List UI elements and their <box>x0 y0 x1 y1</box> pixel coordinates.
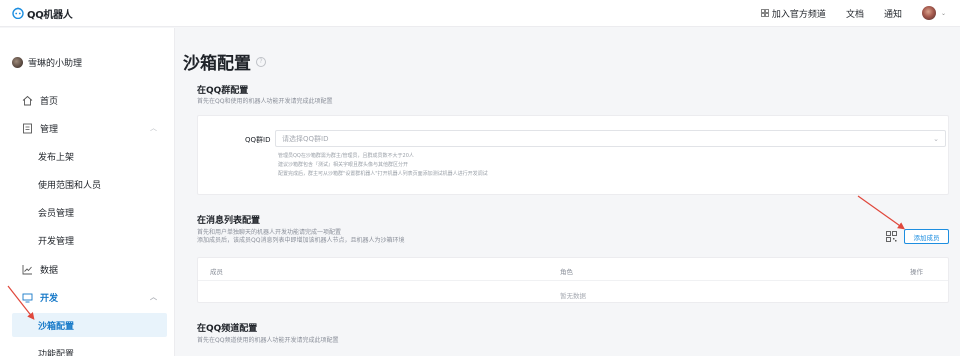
message-section-desc: 添加成员后，该成员QQ消息列表中即增加该机器人节点，且机器人为沙箱环境 <box>197 237 405 244</box>
sidebar-item-label: 发布上架 <box>38 152 75 163</box>
channel-section-desc: 首先在QQ频道使用的机器人功能开发请完成此项配置 <box>197 337 339 344</box>
bot-name: 雪琳的小助理 <box>28 59 83 69</box>
sidebar-item-label: 开发 <box>40 293 59 304</box>
empty-state: 暂无数据 <box>560 292 586 300</box>
monitor-icon <box>21 291 33 303</box>
column-header-member: 成员 <box>210 268 223 276</box>
sidebar-item-label: 开发管理 <box>38 236 75 247</box>
hint-text: 配置完成后，群主可从沙箱群"设置群机器人"打开机器人列表页面添加测试机器人进行开… <box>278 171 488 177</box>
chart-line-icon <box>21 263 33 275</box>
table-divider <box>198 280 948 281</box>
page-title-text: 沙箱配置 <box>183 54 251 74</box>
sidebar-item-features[interactable]: 功能配置 <box>12 342 167 356</box>
docs-link[interactable]: 文档 <box>846 7 864 20</box>
grid-icon <box>761 9 769 17</box>
robot-logo-icon <box>12 7 24 19</box>
avatar <box>921 6 936 20</box>
join-channel-label: 加入官方频道 <box>771 9 826 20</box>
message-section-title: 在消息列表配置 <box>197 216 261 226</box>
logo-text: QQ机器人 <box>27 9 73 21</box>
sidebar-item-members[interactable]: 会员管理 <box>12 201 167 223</box>
sidebar: 雪琳的小助理 首页 管理 ︿ 发布上架 使用范围和人员 会员管理 开发管理 数据… <box>0 28 175 356</box>
group-config-card: QQ群ID 请选择QQ群ID ⌄ 管理员QQ在沙箱群需为群主/管理员，且群成员数… <box>197 115 949 195</box>
sidebar-item-develop[interactable]: 开发 ︿ <box>12 286 167 308</box>
sidebar-item-label: 会员管理 <box>38 208 75 219</box>
group-section-desc: 首先在QQ和使用的机器人功能开发请完成此项配置 <box>197 98 333 105</box>
join-channel-link[interactable]: 加入官方频道 <box>761 7 826 20</box>
group-section-title: 在QQ群配置 <box>197 86 249 96</box>
top-bar: QQ机器人 加入官方频道 文档 通知 ⌄ <box>0 0 960 27</box>
message-section-desc: 首先和用户单独聊天的机器人开发功能请完成一项配置 <box>197 229 342 236</box>
page-title: 沙箱配置 ? <box>183 49 266 74</box>
sidebar-item-label: 数据 <box>40 265 59 276</box>
sidebar-item-label: 管理 <box>40 124 59 135</box>
sidebar-item-manage[interactable]: 管理 ︿ <box>12 117 167 139</box>
sidebar-item-dev-manage[interactable]: 开发管理 <box>12 229 167 251</box>
chevron-down-icon: ⌄ <box>940 9 946 17</box>
sidebar-item-sandbox[interactable]: 沙箱配置 <box>12 313 167 337</box>
chevron-up-icon: ︿ <box>150 293 157 301</box>
bot-selector[interactable]: 雪琳的小助理 <box>12 56 82 69</box>
main-content: 沙箱配置 ? 在QQ群配置 首先在QQ和使用的机器人功能开发请完成此项配置 QQ… <box>183 28 960 356</box>
help-icon[interactable]: ? <box>256 56 266 67</box>
qq-group-id-placeholder: 请选择QQ群ID <box>282 134 329 143</box>
sidebar-item-home[interactable]: 首页 <box>12 89 167 111</box>
hint-text: 管理员QQ在沙箱群需为群主/管理员，且群成员数不大于20人 <box>278 153 414 159</box>
sidebar-item-publish[interactable]: 发布上架 <box>12 145 167 167</box>
qq-group-id-select[interactable]: 请选择QQ群ID ⌄ <box>275 130 946 147</box>
document-icon <box>21 122 33 134</box>
column-header-role: 角色 <box>560 268 573 276</box>
chevron-up-icon: ︿ <box>150 124 157 132</box>
sidebar-item-label: 沙箱配置 <box>38 321 75 332</box>
bot-avatar <box>12 57 23 68</box>
channel-section-title: 在QQ频道配置 <box>197 324 258 334</box>
home-icon <box>21 94 33 106</box>
sidebar-item-label: 首页 <box>40 96 59 107</box>
logo[interactable]: QQ机器人 <box>12 6 73 21</box>
column-header-action: 操作 <box>910 268 923 276</box>
qrcode-icon[interactable] <box>886 231 897 242</box>
chevron-down-icon: ⌄ <box>933 134 939 143</box>
sidebar-item-label: 使用范围和人员 <box>38 180 102 191</box>
sidebar-item-scope[interactable]: 使用范围和人员 <box>12 173 167 195</box>
qq-group-id-label: QQ群ID <box>245 136 271 144</box>
notifications-link[interactable]: 通知 <box>884 7 902 20</box>
members-table: 成员 角色 操作 暂无数据 <box>197 257 949 303</box>
account-menu[interactable]: ⌄ <box>921 6 946 20</box>
sidebar-item-data[interactable]: 数据 <box>12 258 167 280</box>
sidebar-item-label: 功能配置 <box>38 349 75 356</box>
hint-text: 建议沙箱群包含『测试』相关字眼且群头像与其他群区分开 <box>278 162 409 168</box>
add-member-button[interactable]: 添加成员 <box>904 229 949 244</box>
